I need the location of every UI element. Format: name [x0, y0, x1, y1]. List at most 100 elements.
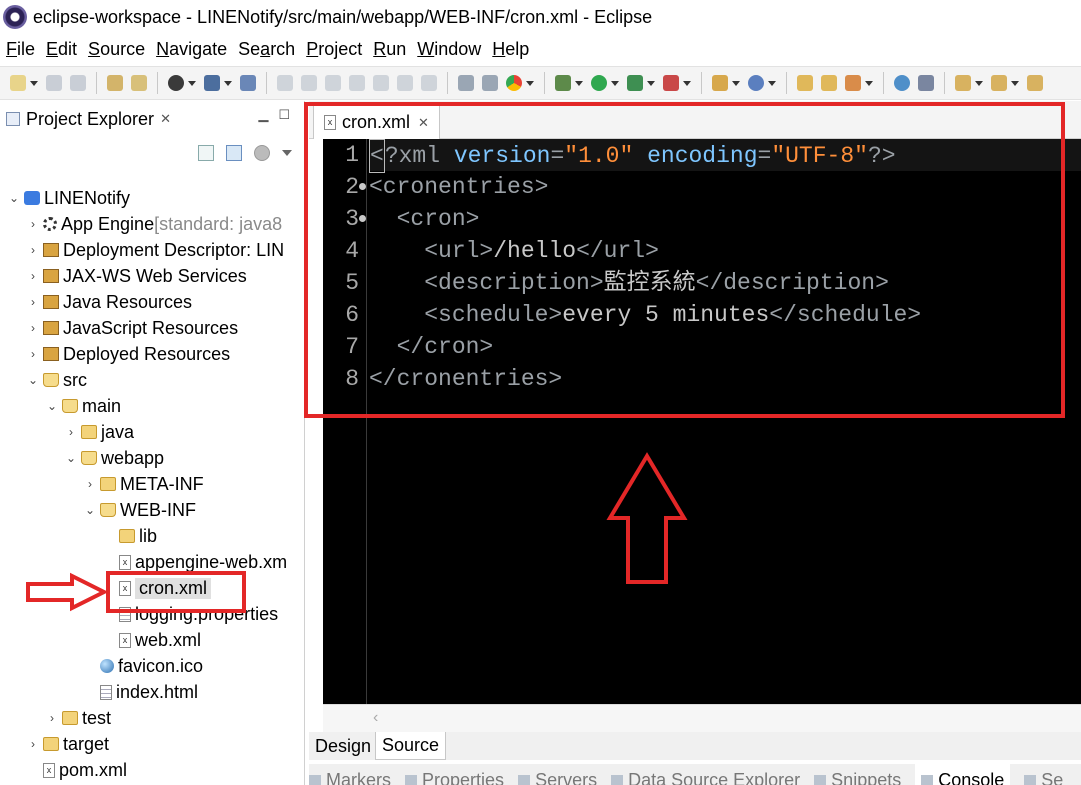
focus-icon[interactable] [254, 145, 270, 161]
profile-icon[interactable] [168, 75, 184, 91]
step-into-icon[interactable] [373, 75, 389, 91]
minimize-icon[interactable]: ▁ [258, 107, 268, 123]
external-tools-dropdown-icon[interactable] [683, 80, 691, 86]
coverage-icon[interactable] [627, 75, 643, 91]
link-with-editor-icon[interactable] [226, 145, 242, 161]
previous-annotation-icon[interactable] [991, 75, 1007, 91]
open-task-icon[interactable] [131, 75, 147, 91]
chevron-right-icon[interactable]: › [84, 477, 96, 491]
new-icon[interactable] [10, 75, 26, 91]
chevron-down-icon[interactable]: ⌄ [84, 503, 96, 517]
menu-navigate[interactable]: Navigate [156, 39, 227, 60]
tab-data-source-explorer[interactable]: Data Source Explorer [611, 764, 800, 785]
menu-search[interactable]: Search [238, 39, 295, 60]
menu-help[interactable]: Help [492, 39, 529, 60]
google-cloud-dropdown-icon[interactable] [526, 80, 534, 86]
chevron-right-icon[interactable]: › [27, 321, 39, 335]
chevron-right-icon[interactable]: › [27, 295, 39, 309]
open-file-icon[interactable] [821, 75, 837, 91]
deploy-dropdown-icon[interactable] [865, 80, 873, 86]
resume-icon[interactable] [277, 75, 293, 91]
tree-item-webapp[interactable]: ⌄ webapp [65, 445, 164, 471]
tree-item-javascript-resources[interactable]: › JavaScript Resources [27, 315, 238, 341]
debug-icon[interactable] [555, 75, 571, 91]
disconnect-icon[interactable] [349, 75, 365, 91]
tree-item-web-xml[interactable]: x web.xml [103, 627, 201, 653]
deploy-icon[interactable] [845, 75, 861, 91]
back-icon[interactable] [1027, 75, 1043, 91]
chevron-down-icon[interactable]: ⌄ [46, 399, 58, 413]
step-over-icon[interactable] [397, 75, 413, 91]
tree-item-lib[interactable]: lib [103, 523, 157, 549]
tree-item-app-engine[interactable]: › App Engine [standard: java8 [27, 211, 282, 237]
scroll-left-icon[interactable]: ‹ [373, 709, 378, 727]
horizontal-scrollbar[interactable]: ‹ [323, 704, 1081, 732]
tree-item-deployed-resources[interactable]: › Deployed Resources [27, 341, 230, 367]
tree-item-index-html[interactable]: index.html [84, 679, 198, 705]
tree-item-meta-inf[interactable]: › META-INF [84, 471, 204, 497]
chevron-right-icon[interactable]: › [27, 217, 39, 231]
drop-to-frame-icon[interactable] [482, 75, 498, 91]
save-all-icon[interactable] [70, 75, 86, 91]
new-class-icon[interactable] [748, 75, 764, 91]
collapse-all-icon[interactable] [198, 145, 214, 161]
menu-project[interactable]: Project [306, 39, 362, 60]
tab-design[interactable]: Design [309, 732, 377, 760]
tab-console[interactable]: Console [915, 764, 1011, 785]
tab-snippets[interactable]: Snippets [814, 764, 901, 785]
chevron-right-icon[interactable]: › [65, 425, 77, 439]
new-dropdown-icon[interactable] [30, 80, 38, 86]
next-annotation-dropdown-icon[interactable] [975, 80, 983, 86]
tree-item-pom-xml[interactable]: x pom.xml [27, 757, 127, 783]
save-icon[interactable] [46, 75, 62, 91]
chevron-right-icon[interactable]: › [27, 269, 39, 283]
menu-edit[interactable]: Edit [46, 39, 77, 60]
tree-item-favicon-ico[interactable]: favicon.ico [84, 653, 203, 679]
profile-dropdown-icon[interactable] [188, 80, 196, 86]
chevron-down-icon[interactable]: ⌄ [65, 451, 77, 465]
google-cloud-icon[interactable] [506, 75, 522, 91]
suspend-icon[interactable] [301, 75, 317, 91]
chevron-right-icon[interactable]: › [46, 711, 58, 725]
maximize-icon[interactable]: ☐ [278, 107, 290, 123]
view-menu-icon[interactable] [282, 150, 292, 156]
tab-properties[interactable]: Properties [405, 764, 504, 785]
tree-item-jax-ws-web-services[interactable]: › JAX-WS Web Services [27, 263, 247, 289]
tree-item-target[interactable]: › target [27, 731, 109, 757]
chevron-down-icon[interactable]: ⌄ [27, 373, 39, 387]
tab-source[interactable]: Source [375, 732, 447, 760]
coverage-dropdown-icon[interactable] [647, 80, 655, 86]
chevron-right-icon[interactable]: › [27, 347, 39, 361]
tree-item-main[interactable]: ⌄ main [46, 393, 121, 419]
tree-item-java[interactable]: › java [65, 419, 134, 445]
tab-se[interactable]: Se [1024, 764, 1063, 785]
new-java-project-icon[interactable] [712, 75, 728, 91]
pin-editor-icon[interactable] [918, 75, 934, 91]
tab-servers[interactable]: Servers [518, 764, 597, 785]
chevron-down-icon[interactable]: ⌄ [8, 191, 20, 205]
chevron-right-icon[interactable]: › [27, 243, 39, 257]
tab-markers[interactable]: Markers [309, 764, 391, 785]
close-icon[interactable]: ✕ [160, 111, 171, 127]
tree-item-linenotify[interactable]: ⌄ LINENotify [8, 185, 130, 211]
tree-item-java-resources[interactable]: › Java Resources [27, 289, 192, 315]
step-return-icon[interactable] [421, 75, 437, 91]
menu-file[interactable]: File [6, 39, 35, 60]
run-icon[interactable] [591, 75, 607, 91]
menu-source[interactable]: Source [88, 39, 145, 60]
skip-breakpoints-icon[interactable] [240, 75, 256, 91]
new-class-dropdown-icon[interactable] [768, 80, 776, 86]
chevron-right-icon[interactable]: › [27, 737, 39, 751]
run-dropdown-icon[interactable] [611, 80, 619, 86]
external-tools-icon[interactable] [663, 75, 679, 91]
debug-dropdown-icon[interactable] [575, 80, 583, 86]
open-folder-icon[interactable] [797, 75, 813, 91]
tree-item-web-inf[interactable]: ⌄ WEB-INF [84, 497, 196, 523]
menu-run[interactable]: Run [373, 39, 406, 60]
terminate-icon[interactable] [325, 75, 341, 91]
tree-item-src[interactable]: ⌄ src [27, 367, 87, 393]
tree-item-test[interactable]: › test [46, 705, 111, 731]
console-icon[interactable] [204, 75, 220, 91]
previous-annotation-dropdown-icon[interactable] [1011, 80, 1019, 86]
tree-item-deployment-descriptor-lin[interactable]: › Deployment Descriptor: LIN [27, 237, 284, 263]
